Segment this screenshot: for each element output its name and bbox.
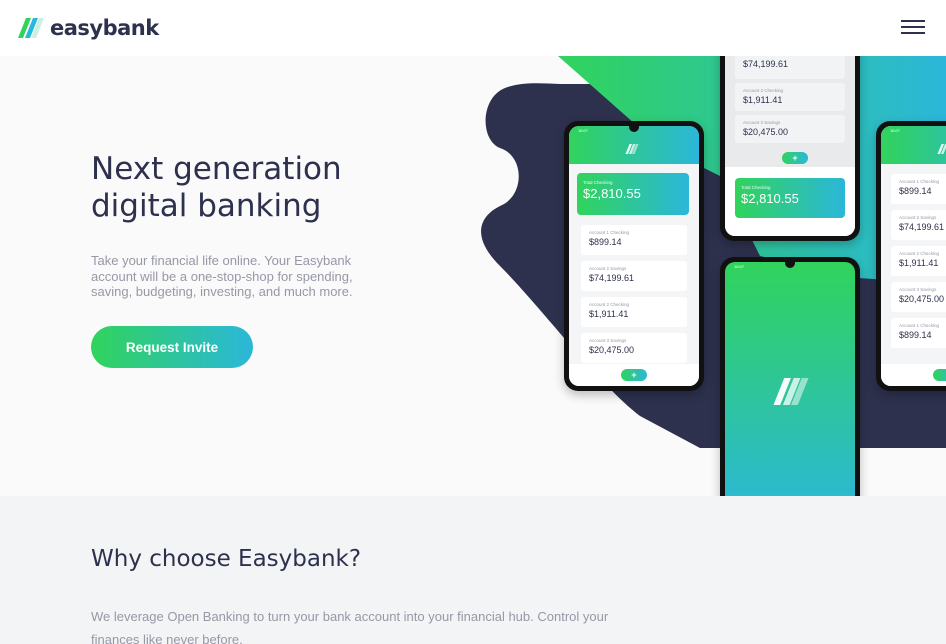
account-row: Account 2 Checking $1,911.41 bbox=[735, 83, 845, 111]
logo-text: easybank bbox=[50, 16, 159, 40]
site-header: easybank bbox=[0, 0, 946, 56]
add-fab-icon: + bbox=[782, 152, 808, 164]
easybank-logo-icon bbox=[625, 144, 639, 154]
add-fab-icon bbox=[933, 369, 946, 381]
phone-mockup-top: $74,199.61 Account 2 Checking $1,911.41 … bbox=[720, 56, 860, 241]
why-section: Why choose Easybank? We leverage Open Ba… bbox=[0, 496, 946, 644]
phone-mockup-left: 16:07 Total Checking $2,810.55 Account 1… bbox=[564, 121, 704, 391]
hero-title: Next generation digital banking bbox=[91, 151, 342, 224]
logo[interactable]: easybank bbox=[18, 16, 159, 40]
easybank-logo-icon bbox=[937, 144, 946, 154]
hamburger-menu-icon[interactable] bbox=[901, 20, 925, 36]
hero-section: Next generation digital banking Take you… bbox=[0, 56, 946, 496]
total-checking-card: Total Checking $2,810.55 bbox=[735, 178, 845, 218]
account-row: Account 1 Checking $899.14 bbox=[891, 318, 946, 348]
request-invite-button[interactable]: Request Invite bbox=[91, 326, 253, 368]
easybank-logo-icon bbox=[773, 378, 809, 405]
account-row: Account 2 Savings $74,199.61 bbox=[581, 261, 687, 291]
account-row: Account 2 Checking $1,911.41 bbox=[891, 246, 946, 276]
account-row: Account 2 Savings $74,199.61 bbox=[891, 210, 946, 240]
hero-description: Take your financial life online. Your Ea… bbox=[91, 253, 353, 299]
account-row: Account 1 Checking $899.14 bbox=[891, 174, 946, 204]
total-checking-card: Total Checking $2,810.55 bbox=[577, 173, 689, 215]
account-row: Account 3 Savings $20,475.00 bbox=[735, 115, 845, 143]
phone-mockup-right: 16:07 Account 1 Checking $899.14 Account… bbox=[876, 121, 946, 391]
account-row: Account 3 Savings $20,475.00 bbox=[891, 282, 946, 312]
why-title: Why choose Easybank? bbox=[91, 546, 362, 572]
account-row: $74,199.61 bbox=[735, 56, 845, 79]
account-row: Account 2 Checking $1,911.41 bbox=[581, 297, 687, 327]
account-row: Account 1 Checking $899.14 bbox=[581, 225, 687, 255]
why-description: We leverage Open Banking to turn your ba… bbox=[91, 609, 609, 644]
phone-mockup-center: 16:07 bbox=[720, 257, 860, 496]
add-fab-icon: + bbox=[621, 369, 647, 381]
easybank-logo-icon bbox=[18, 18, 44, 38]
account-row: Account 3 Savings $20,475.00 bbox=[581, 333, 687, 363]
